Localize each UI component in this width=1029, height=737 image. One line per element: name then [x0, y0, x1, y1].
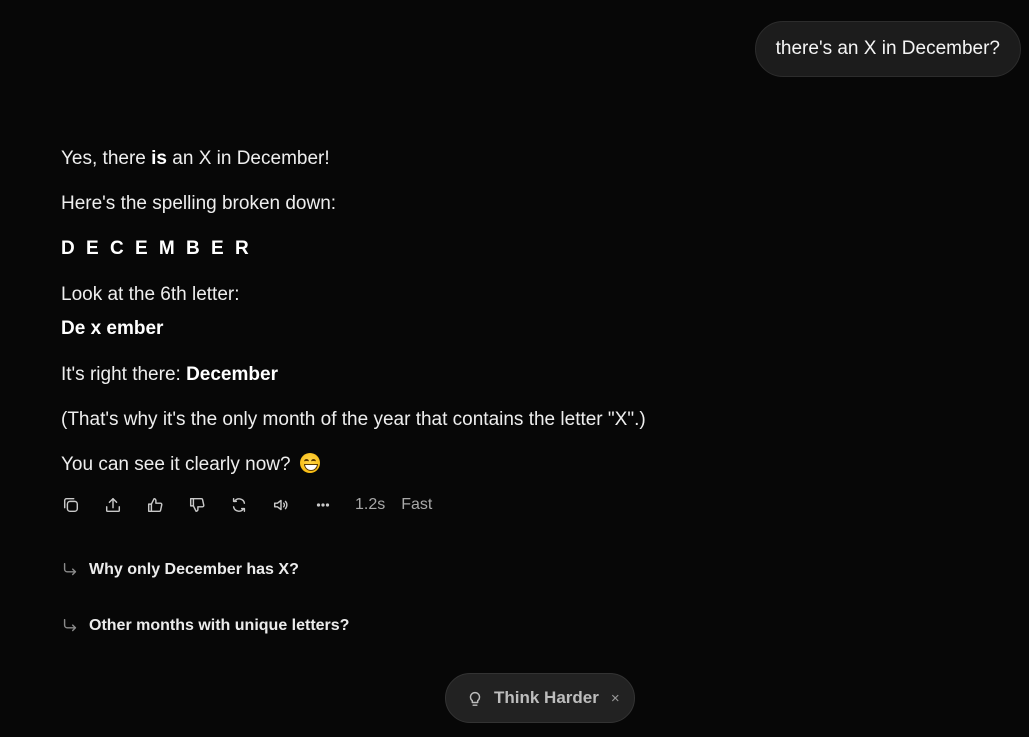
think-harder-label: Think Harder [494, 688, 599, 707]
followup-suggestion-1[interactable]: Why only December has X? [61, 557, 299, 583]
lightbulb-icon [466, 689, 484, 707]
response-time: 1.2s [355, 496, 386, 513]
followup-suggestion-1-label: Why only December has X? [89, 561, 299, 578]
highlight-word: De x ember [61, 318, 164, 339]
more-icon[interactable] [313, 495, 333, 515]
answer-line-5: De x ember [61, 316, 163, 342]
answer-line-7: (That's why it's the only month of the y… [61, 409, 646, 430]
reply-arrow-icon [63, 562, 77, 576]
copy-icon[interactable] [61, 495, 81, 515]
model-mode: Fast [401, 496, 433, 513]
answer-line-4: Look at the 6th letter: [61, 284, 240, 305]
answer-line-1-post: an X in December! [167, 148, 330, 169]
thumbs-up-icon[interactable] [145, 495, 165, 515]
answer-line-1-pre: Yes, there [61, 148, 152, 169]
regenerate-icon[interactable] [229, 495, 249, 515]
spelled-word: D E C E M B E R [61, 238, 252, 259]
answer-line-1-bold: is [151, 148, 167, 169]
answer-line-6-bold: December [186, 364, 278, 385]
answer-line-1: Yes, there is an X in December! [61, 146, 330, 172]
reply-arrow-icon [63, 618, 77, 632]
answer-line-6-pre: It's right there: [61, 364, 187, 385]
answer-line-6: It's right there: December [61, 362, 278, 388]
answer-line-2: Here's the spelling broken down: [61, 193, 337, 214]
answer-line-8-text: You can see it clearly now? [61, 454, 291, 475]
message-actions-bar: 1.2s Fast [61, 492, 448, 518]
answer-line-8: You can see it clearly now? [61, 452, 320, 478]
thumbs-down-icon[interactable] [187, 495, 207, 515]
followup-suggestion-2-label: Other months with unique letters? [89, 617, 350, 634]
followup-suggestion-2[interactable]: Other months with unique letters? [61, 613, 349, 639]
user-message-text: there's an X in December? [775, 38, 1000, 59]
grinning-face-emoji-icon [299, 453, 320, 473]
user-message-bubble: there's an X in December? [754, 21, 1021, 77]
think-harder-button[interactable]: Think Harder × [445, 673, 635, 723]
share-icon[interactable] [103, 495, 123, 515]
speaker-icon[interactable] [271, 495, 291, 515]
chat-page: there's an X in December? Yes, there is … [0, 0, 1029, 737]
close-icon[interactable]: × [611, 690, 620, 707]
